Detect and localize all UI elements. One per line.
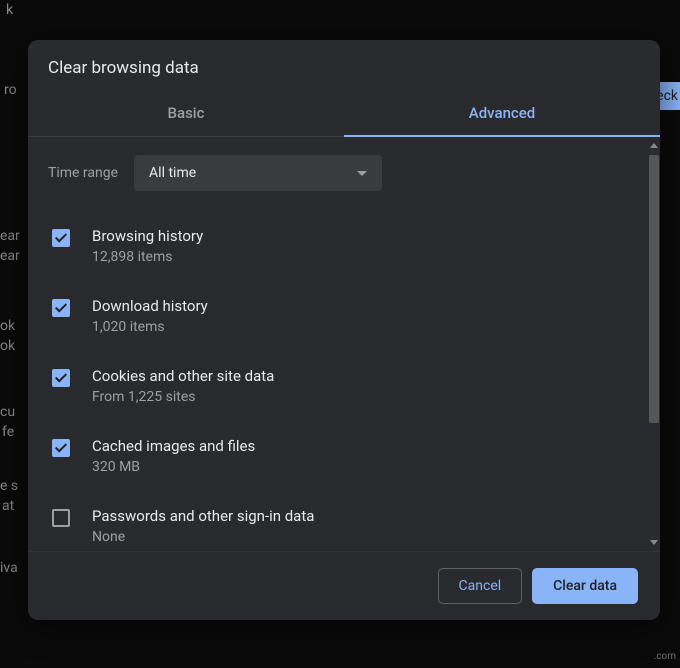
checkbox-cached[interactable] (52, 439, 70, 457)
time-range-row: Time range All time (48, 155, 628, 191)
item-download-history: Download history 1,020 items (48, 287, 628, 357)
bg-fragment: iva (0, 560, 18, 576)
bg-fragment: at (2, 498, 14, 514)
item-title: Cookies and other site data (92, 367, 274, 385)
checkbox-browsing-history[interactable] (52, 229, 70, 247)
item-title: Download history (92, 297, 208, 315)
checkbox-download-history[interactable] (52, 299, 70, 317)
dialog-title: Clear browsing data (28, 40, 660, 92)
tab-basic[interactable]: Basic (28, 92, 344, 136)
item-passwords: Passwords and other sign-in data None (48, 497, 628, 551)
item-title: Passwords and other sign-in data (92, 507, 314, 525)
bg-fragment: e s (0, 478, 18, 494)
scrollbar[interactable] (648, 141, 660, 547)
checkbox-cookies[interactable] (52, 369, 70, 387)
clear-browsing-data-dialog: Clear browsing data Basic Advanced Time … (28, 40, 660, 620)
item-subtitle: 12,898 items (92, 249, 203, 265)
dialog-footer: Cancel Clear data (28, 551, 660, 620)
item-subtitle: From 1,225 sites (92, 389, 274, 405)
bg-fragment: ok (0, 338, 15, 354)
time-range-label: Time range (48, 165, 118, 181)
item-subtitle: None (92, 529, 314, 545)
scroll-up-icon[interactable] (650, 143, 658, 148)
chevron-down-icon (357, 171, 367, 176)
item-title: Browsing history (92, 227, 203, 245)
tab-advanced[interactable]: Advanced (344, 92, 660, 136)
bg-fragment: cu (0, 404, 15, 420)
bg-fragment: ro (4, 82, 17, 98)
dialog-scroll-area: Time range All time Browsing history 12,… (28, 137, 660, 551)
item-cookies: Cookies and other site data From 1,225 s… (48, 357, 628, 427)
time-range-value: All time (149, 165, 196, 181)
watermark: .com (654, 651, 676, 662)
checkbox-passwords[interactable] (52, 509, 70, 527)
bg-fragment: ear (0, 248, 20, 264)
bg-fragment: k (6, 2, 13, 18)
item-subtitle: 1,020 items (92, 319, 208, 335)
scroll-down-icon[interactable] (650, 540, 658, 545)
time-range-select[interactable]: All time (134, 155, 382, 191)
bg-fragment: ear (0, 228, 20, 244)
scrollbar-thumb[interactable] (649, 155, 659, 423)
item-subtitle: 320 MB (92, 459, 255, 475)
item-browsing-history: Browsing history 12,898 items (48, 217, 628, 287)
dialog-tabs: Basic Advanced (28, 92, 660, 137)
bg-fragment: ok (0, 318, 15, 334)
item-cached: Cached images and files 320 MB (48, 427, 628, 497)
clear-data-button[interactable]: Clear data (532, 568, 638, 604)
cancel-button[interactable]: Cancel (438, 568, 523, 604)
bg-fragment: fe (2, 424, 14, 440)
item-title: Cached images and files (92, 437, 255, 455)
